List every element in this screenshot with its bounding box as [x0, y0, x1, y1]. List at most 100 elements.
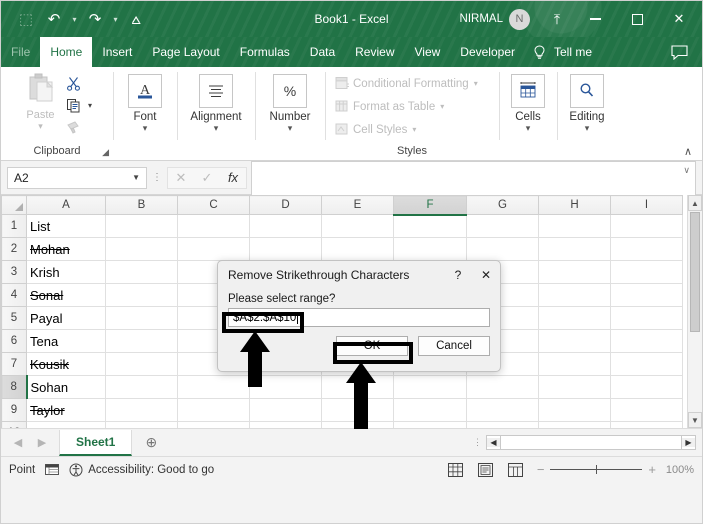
cell-i5[interactable]	[610, 306, 683, 330]
dialog-close-icon[interactable]: ✕	[472, 262, 500, 288]
cell-b2[interactable]	[105, 237, 178, 261]
cell-c2[interactable]	[177, 237, 250, 261]
undo-dropdown-icon[interactable]: ▾	[69, 15, 80, 24]
row-header-10[interactable]: 10	[1, 421, 27, 428]
comments-icon[interactable]	[671, 37, 702, 67]
customize-quick-access-icon[interactable]: ⩟	[123, 6, 149, 32]
row-header-1[interactable]: 1	[1, 214, 27, 238]
cell-c1[interactable]	[177, 214, 250, 238]
undo-icon[interactable]: ↶	[41, 6, 67, 32]
redo-dropdown-icon[interactable]: ▾	[110, 15, 121, 24]
cells-button[interactable]: Cells ▾	[503, 71, 553, 133]
name-box-dropdown-icon[interactable]: ▼	[132, 173, 140, 182]
number-dropdown-icon[interactable]: ▾	[288, 124, 293, 133]
tab-view[interactable]: View	[405, 37, 451, 67]
sheet-tab-sheet1[interactable]: Sheet1	[59, 429, 133, 456]
cell-f2[interactable]	[393, 237, 467, 261]
scroll-left-icon[interactable]: ◀	[487, 438, 500, 447]
cell-f10[interactable]	[393, 421, 467, 428]
horizontal-scrollbar[interactable]: ◀ ▶	[486, 435, 696, 450]
cell-b9[interactable]	[105, 398, 178, 422]
close-button[interactable]: ✕	[658, 2, 700, 36]
format-as-table-button[interactable]: Format as Table ▾	[331, 96, 493, 117]
scroll-down-icon[interactable]: ▼	[688, 412, 702, 428]
cancel-formula-icon[interactable]: ✕	[168, 168, 194, 188]
cell-i3[interactable]	[610, 260, 683, 284]
cancel-button[interactable]: Cancel	[418, 336, 490, 356]
font-button[interactable]: A Font ▾	[116, 71, 174, 133]
cell-a9[interactable]: Taylor	[26, 398, 106, 422]
select-all-corner[interactable]	[1, 195, 27, 215]
tell-me-label[interactable]: Tell me	[554, 37, 592, 67]
row-header-5[interactable]: 5	[1, 306, 27, 330]
cell-g10[interactable]	[466, 421, 539, 428]
minimize-button[interactable]	[574, 2, 616, 36]
column-header-e[interactable]: E	[321, 195, 394, 215]
column-header-g[interactable]: G	[466, 195, 539, 215]
cell-g9[interactable]	[466, 398, 539, 422]
horizontal-scroll-thumb[interactable]	[500, 436, 682, 449]
conditional-formatting-button[interactable]: Conditional Formatting ▾	[331, 73, 493, 94]
tab-formulas[interactable]: Formulas	[230, 37, 300, 67]
normal-view-icon[interactable]	[447, 462, 465, 478]
cell-e9[interactable]	[321, 398, 394, 422]
save-icon[interactable]: ⬚	[13, 6, 39, 32]
tab-file[interactable]: File	[1, 37, 40, 67]
cell-styles-button[interactable]: Cell Styles ▾	[331, 119, 493, 140]
cell-h6[interactable]	[538, 329, 611, 353]
name-box[interactable]: A2 ▼	[7, 166, 147, 189]
insert-function-icon[interactable]: fx	[220, 168, 246, 188]
number-button[interactable]: % Number ▾	[259, 71, 321, 133]
cell-styles-dropdown-icon[interactable]: ▾	[412, 125, 416, 134]
row-header-6[interactable]: 6	[1, 329, 27, 353]
column-header-f[interactable]: F	[393, 195, 467, 216]
cell-h3[interactable]	[538, 260, 611, 284]
cell-e10[interactable]	[321, 421, 394, 428]
cells-dropdown-icon[interactable]: ▾	[526, 124, 531, 133]
scroll-split-grip[interactable]: ⋮	[473, 437, 482, 448]
cell-g8[interactable]	[466, 375, 539, 399]
cell-d9[interactable]	[249, 398, 322, 422]
cell-h7[interactable]	[538, 352, 611, 376]
cell-b8[interactable]	[105, 375, 178, 399]
cell-c10[interactable]	[177, 421, 250, 428]
column-header-c[interactable]: C	[177, 195, 250, 215]
cell-b7[interactable]	[105, 352, 178, 376]
row-header-9[interactable]: 9	[1, 398, 27, 422]
cell-i4[interactable]	[610, 283, 683, 307]
formula-bar-grip[interactable]: ⋮	[151, 172, 163, 183]
ribbon-display-options-icon[interactable]: ⤒	[540, 2, 574, 36]
tab-data[interactable]: Data	[300, 37, 345, 67]
paste-button[interactable]: Paste ▾	[19, 71, 63, 141]
cell-e8[interactable]	[321, 375, 394, 399]
clipboard-dialog-launcher-icon[interactable]: ◢	[102, 147, 109, 158]
cell-a6[interactable]: Tena	[26, 329, 106, 353]
scroll-right-icon[interactable]: ▶	[682, 438, 695, 447]
paste-dropdown-icon[interactable]: ▾	[38, 121, 43, 132]
tab-page-layout[interactable]: Page Layout	[142, 37, 229, 67]
column-header-d[interactable]: D	[249, 195, 322, 215]
cell-i1[interactable]	[610, 214, 683, 238]
cell-d8[interactable]	[249, 375, 322, 399]
macro-record-button[interactable]	[45, 463, 60, 476]
cell-h8[interactable]	[538, 375, 611, 399]
cell-i9[interactable]	[610, 398, 683, 422]
cell-a3[interactable]: Krish	[26, 260, 106, 284]
add-sheet-icon[interactable]: ⊕	[134, 434, 168, 451]
cell-h2[interactable]	[538, 237, 611, 261]
collapse-ribbon-icon[interactable]: ∧	[684, 145, 692, 158]
enter-formula-icon[interactable]: ✓	[194, 168, 220, 188]
cell-d2[interactable]	[249, 237, 322, 261]
zoom-in-button[interactable]: +	[648, 462, 656, 477]
next-sheet-icon[interactable]: ▶	[31, 436, 53, 449]
editing-dropdown-icon[interactable]: ▾	[585, 124, 590, 133]
previous-sheet-icon[interactable]: ◀	[7, 436, 29, 449]
column-header-i[interactable]: I	[610, 195, 683, 215]
copy-dropdown-icon[interactable]: ▾	[85, 101, 96, 110]
cell-d10[interactable]	[249, 421, 322, 428]
cell-b6[interactable]	[105, 329, 178, 353]
expand-formula-bar-icon[interactable]: ∨	[683, 165, 690, 176]
cell-a7[interactable]: Kousik	[26, 352, 106, 376]
vertical-scrollbar[interactable]: ▲ ▼	[687, 195, 702, 428]
zoom-out-button[interactable]: −	[537, 462, 545, 477]
